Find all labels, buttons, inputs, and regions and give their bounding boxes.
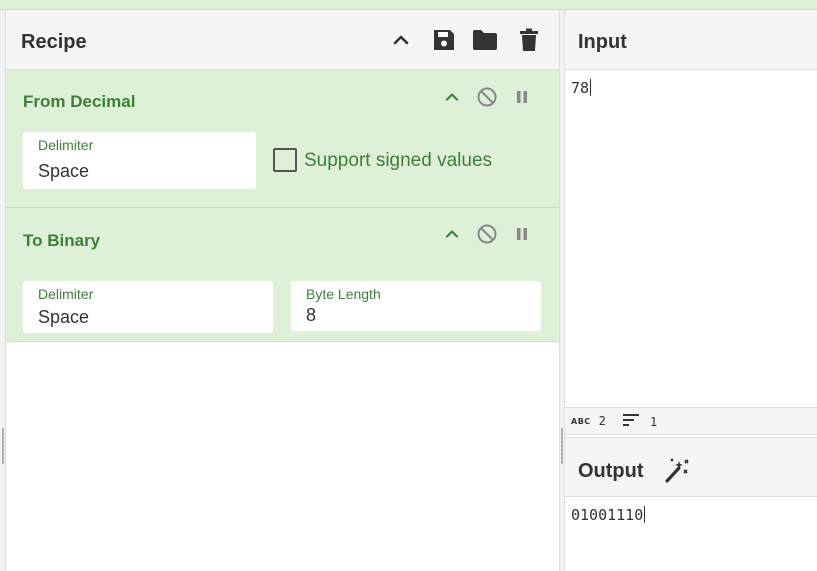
output-title: Output (578, 460, 644, 482)
text-caret (644, 506, 646, 523)
abc-icon: ABC (571, 416, 591, 426)
lines-icon (623, 414, 639, 429)
input-title: Input (578, 31, 627, 53)
disable-icon[interactable] (475, 85, 499, 109)
top-banner (0, 0, 817, 10)
delimiter-field[interactable]: Delimiter Space (23, 281, 273, 333)
magic-wand-icon[interactable] (663, 456, 691, 484)
byte-length-value: 8 (306, 305, 317, 325)
byte-length-field[interactable]: Byte Length 8 (291, 281, 541, 331)
trash-icon[interactable] (516, 27, 542, 53)
chevron-up-icon[interactable] (388, 27, 414, 53)
text-caret (590, 79, 592, 96)
chevron-up-icon[interactable] (440, 222, 464, 246)
input-text: 78 (571, 79, 590, 97)
folder-icon[interactable] (472, 27, 498, 53)
input-panel: Input 78 (565, 10, 817, 407)
length-stat: ABC 2 (571, 414, 606, 428)
output-text: 01001110 (571, 506, 644, 524)
operation-title: To Binary (23, 231, 101, 250)
input-header: Input (565, 10, 817, 70)
signed-values-checkbox[interactable] (273, 148, 297, 172)
resize-grip[interactable] (2, 428, 4, 464)
save-icon[interactable] (431, 27, 457, 53)
operation-from-decimal[interactable]: From Decimal Delimiter Space Support sig… (6, 70, 559, 208)
pause-icon[interactable] (510, 85, 534, 109)
operation-title: From Decimal (23, 92, 136, 111)
chevron-up-icon[interactable] (440, 85, 464, 109)
recipe-header: Recipe (6, 10, 559, 70)
length-value: 2 (598, 414, 606, 428)
output-header: Output (565, 437, 817, 497)
signed-values-label[interactable]: Support signed values (304, 150, 492, 172)
lines-value: 1 (650, 414, 658, 429)
delimiter-label: Delimiter (38, 137, 94, 153)
lines-stat: 1 (623, 414, 657, 429)
delimiter-value: Space (38, 307, 90, 327)
byte-length-label: Byte Length (306, 286, 381, 302)
input-textarea[interactable]: 78 (571, 79, 592, 97)
recipe-title: Recipe (21, 31, 87, 53)
resize-grip[interactable] (561, 428, 563, 464)
recipe-panel: Recipe From Decimal Delimiter Space Supp… (6, 10, 559, 571)
app-window: Recipe From Decimal Delimiter Space Supp… (0, 0, 817, 571)
output-textarea[interactable]: 01001110 (571, 506, 646, 524)
delimiter-label: Delimiter (38, 286, 94, 302)
disable-icon[interactable] (475, 222, 499, 246)
delimiter-field[interactable]: Delimiter Space (23, 132, 256, 189)
delimiter-value: Space (38, 161, 90, 181)
operation-to-binary[interactable]: To Binary Delimiter Space Byte Length 8 (6, 208, 559, 342)
output-panel: Output 01001110 (565, 437, 817, 571)
pause-icon[interactable] (510, 222, 534, 246)
input-status-bar: ABC 2 1 (565, 407, 817, 435)
